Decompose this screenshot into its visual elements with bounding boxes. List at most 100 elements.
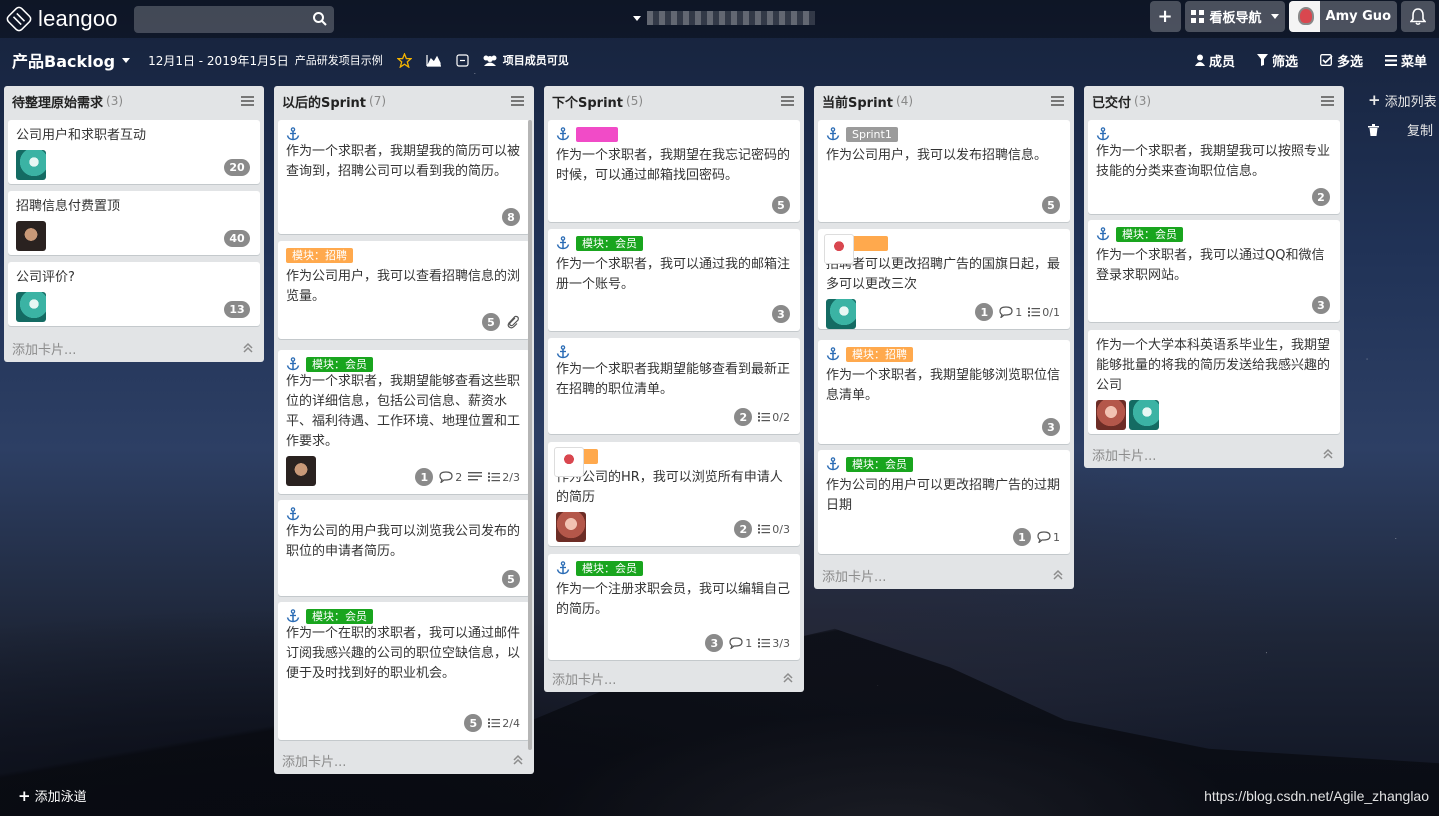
card-footer: 3 <box>1042 418 1060 436</box>
add-card-button[interactable]: 添加卡片... <box>1084 440 1344 468</box>
card[interactable]: 模块：招聘 作为一个求职者，我期望能够浏览职位信息清单。 3 <box>818 340 1070 444</box>
add-lane-button[interactable]: + 添加泳道 <box>18 786 87 806</box>
card[interactable]: 模块：会员 作为一个在职的求职者，我可以通过邮件订阅我感兴趣的公司的职位空缺信息… <box>278 602 530 740</box>
add-card-button[interactable]: 添加卡片... <box>274 746 534 774</box>
list-menu-icon[interactable] <box>1321 96 1334 106</box>
collapse-icon[interactable] <box>782 672 794 684</box>
checklist-icon <box>758 638 770 648</box>
card[interactable]: 公司评价? 13 <box>8 262 260 326</box>
avatar[interactable] <box>824 234 854 264</box>
effort-badge: 1 <box>975 303 994 321</box>
list-header[interactable]: 以后的Sprint (7) <box>274 86 534 116</box>
avatar[interactable] <box>16 221 46 251</box>
filter-button[interactable]: 筛选 <box>1256 51 1298 70</box>
avatar[interactable] <box>556 512 586 542</box>
effort-badge: 3 <box>705 634 724 652</box>
avatar[interactable] <box>1129 400 1159 430</box>
anchor-icon <box>286 609 300 623</box>
trash-icon[interactable] <box>1368 123 1379 136</box>
list-header[interactable]: 下个Sprint (5) <box>544 86 804 116</box>
comment-count: 1 <box>999 306 1022 319</box>
add-card-button[interactable]: 添加卡片... <box>814 561 1074 589</box>
comment-count: 1 <box>729 637 752 650</box>
avatar[interactable] <box>16 292 46 322</box>
collapse-icon[interactable] <box>512 754 524 766</box>
multi-select-button[interactable]: 多选 <box>1320 51 1363 70</box>
user-menu[interactable]: Amy Guo <box>1288 1 1397 32</box>
card[interactable]: 作为一个求职者，我期望我可以按照专业技能的分类来查询职位信息。 2 <box>1088 120 1340 214</box>
list-later-sprint: 以后的Sprint (7) 作为一个求职者，我期望我的简历可以被查询到，招聘公司… <box>274 86 534 774</box>
card-footer: 3 1 3/3 <box>705 634 790 652</box>
card[interactable]: 模块：会员 作为一个求职者，我可以通过我的邮箱注册一个账号。 3 <box>548 229 800 331</box>
card-members <box>1096 400 1330 430</box>
checklist-icon <box>488 472 500 482</box>
board-title[interactable]: 产品Backlog <box>12 48 131 72</box>
list-header[interactable]: 当前Sprint (4) <box>814 86 1074 116</box>
card[interactable]: 模块：会员 作为一个求职者，我可以通过QQ和微信登录求职网站。 3 <box>1088 220 1340 322</box>
checklist-icon <box>1028 307 1040 317</box>
collapse-icon[interactable] <box>1322 448 1334 460</box>
anchor-icon <box>286 127 300 141</box>
members-button[interactable]: 成员 <box>1194 51 1235 70</box>
comment-icon <box>999 306 1013 318</box>
list-menu-icon[interactable] <box>241 96 254 106</box>
add-card-button[interactable]: 添加卡片... <box>544 664 804 692</box>
add-card-button[interactable]: 添加卡片... <box>4 334 264 362</box>
list-header[interactable]: 待整理原始需求 (3) <box>4 86 264 116</box>
burndown-chart-icon[interactable] <box>426 54 442 67</box>
logo[interactable]: leangoo <box>4 4 118 34</box>
list-count: (7) <box>369 94 387 108</box>
notifications-button[interactable] <box>1401 1 1435 32</box>
card[interactable]: 作为一个求职者，我期望我的简历可以被查询到，招聘公司可以看到我的简历。 8 <box>278 120 530 234</box>
top-navbar: leangoo + 看板导航 Amy Guo <box>0 0 1439 38</box>
collapse-icon[interactable] <box>1052 569 1064 581</box>
card[interactable]: 作为公司的HR，我可以浏览所有申请人的简历 2 0/3 <box>548 442 800 546</box>
effort-badge: 3 <box>1312 296 1330 314</box>
search-input[interactable] <box>134 6 334 33</box>
board-switcher[interactable] <box>630 8 815 28</box>
menu-button[interactable]: 菜单 <box>1384 51 1427 70</box>
list-menu-icon[interactable] <box>511 96 524 106</box>
collapse-icon[interactable] <box>456 53 469 67</box>
card-label <box>576 126 618 142</box>
card[interactable]: 公司用户和求职者互动 20 <box>8 120 260 184</box>
copy-button[interactable]: 复制 <box>1407 120 1433 139</box>
card[interactable]: 模块：会员 作为一个注册求职会员，我可以编辑自己的简历。 3 1 3/3 <box>548 554 800 660</box>
card[interactable]: 作为一个大学本科英语系毕业生，我期望能够批量的将我的简历发送给我感兴趣的公司 <box>1088 330 1340 434</box>
card[interactable]: 模块：招聘 作为公司用户，我可以查看招聘信息的浏览量。 5 <box>278 241 530 339</box>
board-nav-button[interactable]: 看板导航 <box>1184 1 1285 32</box>
card-footer: 5 <box>482 313 520 331</box>
search-icon[interactable] <box>312 11 328 27</box>
user-name: Amy Guo <box>1325 9 1391 24</box>
avatar[interactable] <box>1096 400 1126 430</box>
list-menu-icon[interactable] <box>781 96 794 106</box>
list-header[interactable]: 已交付 (3) <box>1084 86 1344 116</box>
collapse-icon[interactable] <box>242 342 254 354</box>
list-scrollbar[interactable] <box>528 120 532 750</box>
bell-icon <box>1410 7 1426 25</box>
card[interactable]: 作为公司的用户我可以浏览我公司发布的职位的申请者简历。 5 <box>278 500 530 596</box>
avatar[interactable] <box>16 150 46 180</box>
add-list-button[interactable]: + 添加列表 <box>1368 91 1437 110</box>
add-button[interactable]: + <box>1149 1 1181 32</box>
avatar <box>1288 1 1320 32</box>
visibility-setting[interactable]: 项目成员可见 <box>481 52 569 68</box>
card-top <box>286 506 520 522</box>
card[interactable]: 作为一个求职者我期望能够查看到最新正在招聘的职位清单。 2 0/2 <box>548 338 800 434</box>
card[interactable]: 招聘信息付费置顶 40 <box>8 191 260 255</box>
card[interactable]: 模块：会员 作为公司的用户可以更改招聘广告的过期日期 1 1 <box>818 450 1070 554</box>
list-count: (5) <box>626 94 644 108</box>
avatar[interactable] <box>554 447 584 477</box>
avatar[interactable] <box>286 456 316 486</box>
avatar[interactable] <box>826 299 856 329</box>
list-menu-icon[interactable] <box>1051 96 1064 106</box>
card[interactable]: 招聘者可以更改招聘广告的国旗日起，最多可以更改三次 1 1 0/1 <box>818 229 1070 329</box>
checklist-value: 0/1 <box>1042 305 1060 319</box>
card[interactable]: Sprint1 作为公司用户，我可以发布招聘信息。 5 <box>818 120 1070 222</box>
card[interactable]: 作为一个求职者，我期望在我忘记密码的时候，可以通过邮箱找回密码。 5 <box>548 120 800 222</box>
card-top: 模块：会员 <box>286 356 520 372</box>
card[interactable]: 模块：会员 作为一个求职者，我期望能够查看这些职位的详细信息，包括公司信息、薪资… <box>278 350 530 494</box>
board-date-range[interactable]: 12月1日 - 2019年1月5日 <box>148 52 289 69</box>
star-icon[interactable] <box>396 52 412 68</box>
card-text: 作为一个注册求职会员，我可以编辑自己的简历。 <box>556 582 791 617</box>
